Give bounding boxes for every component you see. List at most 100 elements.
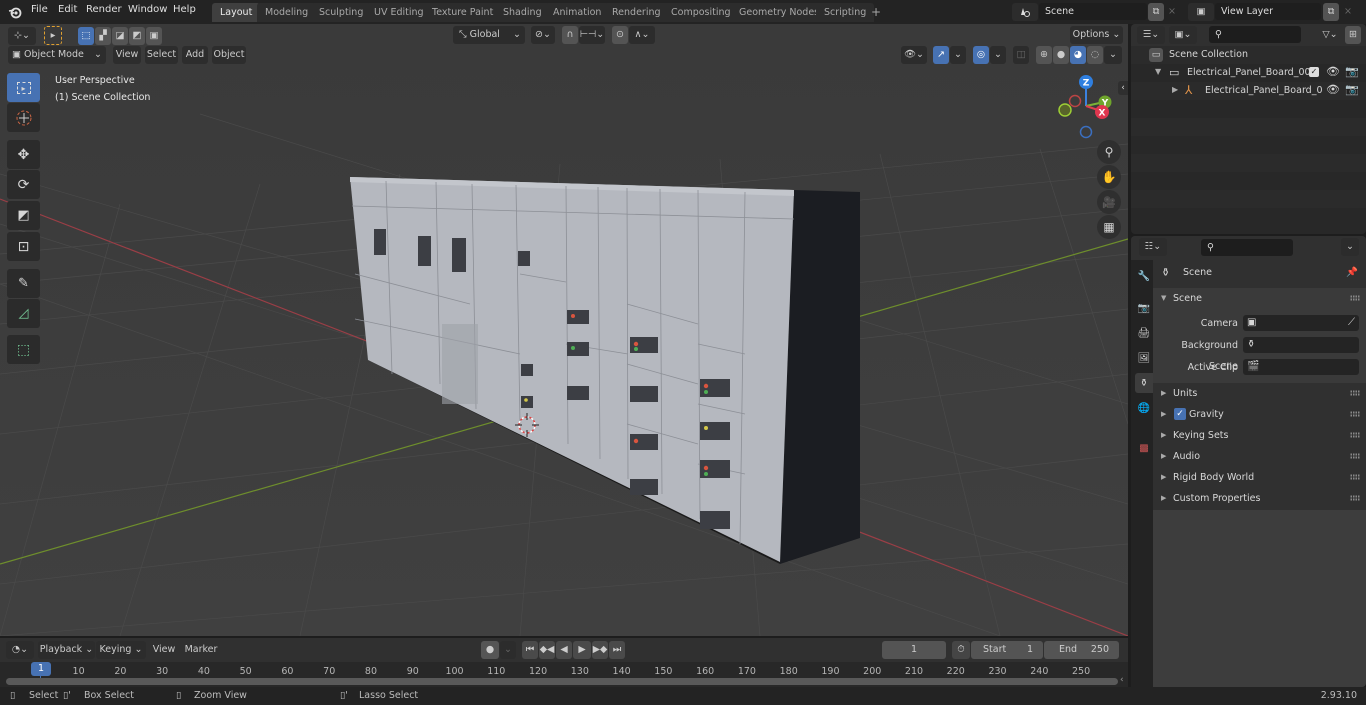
tab-animation[interactable]: Animation xyxy=(545,3,610,22)
drag-handle-icon[interactable] xyxy=(1350,411,1360,417)
delete-scene-button[interactable]: × xyxy=(1165,3,1179,21)
3d-viewport[interactable]: ⊹⌄ ▸ ⬚ ▞ ◪ ◩ ▣ ⤡ Global ⌄ ⊘⌄ ∩ ⊢⊣⌄ ⊙ ∧⌄ O… xyxy=(0,24,1128,636)
eye-icon[interactable]: 👁 xyxy=(1326,65,1340,78)
tool-add-cube[interactable]: ⬚ xyxy=(7,335,40,364)
tool-select-indicator[interactable]: ▸ xyxy=(44,26,62,45)
panel-scene-header[interactable]: ▼ Scene xyxy=(1153,288,1366,309)
background-scene-field[interactable]: ⚱ xyxy=(1243,337,1359,353)
outliner-row-object[interactable]: ▶ ⅄ Electrical_Panel_Board_0 👁 📷 xyxy=(1131,82,1366,100)
menu-view[interactable]: View xyxy=(149,641,179,659)
panel-audio[interactable]: ▶ Audio xyxy=(1153,446,1366,467)
tool-move[interactable]: ✥ xyxy=(7,140,40,169)
tab-uv-editing[interactable]: UV Editing xyxy=(366,3,432,22)
menu-help[interactable]: Help xyxy=(173,4,196,15)
snap-toggle[interactable]: ∩ xyxy=(562,26,578,44)
play-reverse-button[interactable]: ◀ xyxy=(556,641,572,659)
tool-cursor[interactable] xyxy=(7,103,40,132)
select-mode-new-button[interactable]: ⬚ xyxy=(78,27,94,45)
tab-compositing[interactable]: Compositing xyxy=(663,3,739,22)
select-mode-difference-button[interactable]: ◩ xyxy=(129,27,145,45)
render-camera-icon[interactable]: 📷 xyxy=(1345,65,1359,78)
tool-measure[interactable]: ◿ xyxy=(7,299,40,328)
pivot-point-dropdown[interactable]: ⊘⌄ xyxy=(531,26,555,44)
exclude-checkbox[interactable]: ✓ xyxy=(1309,67,1319,77)
gizmo-toggle[interactable]: ↗ xyxy=(933,46,949,64)
jump-start-button[interactable]: ⏮ xyxy=(522,641,538,659)
play-button[interactable]: ▶ xyxy=(573,641,591,659)
options-dropdown[interactable]: Options ⌄ xyxy=(1070,26,1123,44)
drag-handle-icon[interactable] xyxy=(1350,474,1360,480)
shading-rendered-button[interactable]: ◌ xyxy=(1087,46,1103,64)
eye-icon[interactable]: 👁 xyxy=(1326,83,1340,96)
keying-dropdown[interactable]: Keying ⌄ xyxy=(96,641,146,659)
proportional-edit-toggle[interactable]: ⊙ xyxy=(612,26,628,44)
properties-options-dropdown[interactable]: ⌄ xyxy=(1341,238,1359,256)
prev-keyframe-button[interactable]: ◆◀ xyxy=(539,641,555,659)
tab-shading[interactable]: Shading xyxy=(495,3,550,22)
gizmo-neg-z[interactable] xyxy=(1079,125,1093,139)
overlays-toggle[interactable]: ◎ xyxy=(973,46,989,64)
tool-rotate[interactable]: ⟳ xyxy=(7,170,40,199)
tab-output[interactable]: 🖨 xyxy=(1135,323,1153,343)
auto-keying-toggle[interactable]: ● xyxy=(481,641,499,659)
current-frame-field[interactable]: 1 xyxy=(882,641,946,659)
panel-custom-properties[interactable]: ▶ Custom Properties xyxy=(1153,488,1366,509)
disclosure-closed-icon[interactable]: ▶ xyxy=(1172,85,1178,94)
tab-layout[interactable]: Layout xyxy=(212,3,261,22)
tab-view-layer[interactable]: 🖼 xyxy=(1135,348,1153,368)
disclosure-open-icon[interactable]: ▼ xyxy=(1155,67,1161,76)
drag-handle-icon[interactable] xyxy=(1350,390,1360,396)
tool-annotate[interactable]: ✎ xyxy=(7,269,40,298)
menu-object[interactable]: Object xyxy=(212,46,246,64)
menu-add[interactable]: Add xyxy=(182,46,208,64)
overlays-dropdown[interactable]: ⌄ xyxy=(990,46,1006,64)
tab-world[interactable]: 🌐 xyxy=(1135,398,1153,418)
sidebar-toggle[interactable]: ‹ xyxy=(1118,81,1128,95)
menu-view[interactable]: View xyxy=(113,46,141,64)
zoom-view-button[interactable]: ⚲ xyxy=(1097,140,1121,164)
outliner-row-collection[interactable]: ▼ ▭ Electrical_Panel_Board_002 ✓ 👁 📷 xyxy=(1131,64,1366,82)
filter-dropdown[interactable]: ▽⌄ xyxy=(1317,26,1343,44)
shading-wireframe-button[interactable]: ⊕ xyxy=(1036,46,1052,64)
panel-rigid-body-world[interactable]: ▶ Rigid Body World xyxy=(1153,467,1366,488)
outliner-editor-type-button[interactable]: ☰⌄ xyxy=(1137,26,1165,44)
shading-solid-button[interactable]: ● xyxy=(1053,46,1069,64)
tool-select-box[interactable]: ▸ xyxy=(7,73,40,102)
shading-dropdown[interactable]: ⌄ xyxy=(1104,46,1122,64)
menu-edit[interactable]: Edit xyxy=(58,4,77,15)
select-mode-extend-button[interactable]: ▞ xyxy=(95,27,111,45)
panel-units[interactable]: ▶ Units xyxy=(1153,383,1366,404)
outliner-search-input[interactable]: ⚲ xyxy=(1209,26,1301,43)
new-scene-button[interactable]: ⧉ xyxy=(1148,3,1164,21)
tab-geometry-nodes[interactable]: Geometry Nodes xyxy=(731,3,828,22)
gravity-checkbox[interactable]: ✓ xyxy=(1174,408,1186,420)
navigation-gizmo[interactable]: Z Y X xyxy=(1055,72,1117,140)
add-workspace-button[interactable]: + xyxy=(867,3,885,22)
panel-gravity[interactable]: ▶ ✓ Gravity xyxy=(1153,404,1366,425)
playhead[interactable]: 1 xyxy=(31,662,51,676)
camera-field[interactable]: ▣ ⟋ xyxy=(1243,315,1359,331)
drag-handle-icon[interactable] xyxy=(1350,432,1360,438)
next-keyframe-button[interactable]: ▶◆ xyxy=(592,641,608,659)
menu-marker[interactable]: Marker xyxy=(182,641,220,659)
timeline-scrollbar[interactable] xyxy=(6,678,1118,685)
gizmo-neg-x[interactable] xyxy=(1068,94,1082,108)
tab-scene[interactable]: ⚱ xyxy=(1135,373,1153,393)
end-frame-field[interactable]: End 250 xyxy=(1044,641,1119,659)
new-collection-button[interactable]: ⊞ xyxy=(1345,26,1361,44)
tab-scripting[interactable]: Scripting xyxy=(816,3,875,22)
start-frame-field[interactable]: Start 1 xyxy=(971,641,1043,659)
tab-modeling[interactable]: Modeling xyxy=(257,3,317,22)
scene-selector-button[interactable] xyxy=(1012,3,1038,21)
menu-window[interactable]: Window xyxy=(128,4,167,15)
jump-end-button[interactable]: ⏭ xyxy=(609,641,625,659)
tab-render[interactable]: 📷 xyxy=(1135,298,1153,318)
menu-render[interactable]: Render xyxy=(86,4,122,15)
proportional-falloff-dropdown[interactable]: ∧⌄ xyxy=(629,26,655,44)
menu-select[interactable]: Select xyxy=(145,46,178,64)
outliner-row-scene-collection[interactable]: ▭ Scene Collection xyxy=(1131,46,1366,64)
tab-texture-paint[interactable]: Texture Paint xyxy=(424,3,502,22)
menu-file[interactable]: File xyxy=(31,4,48,15)
properties-editor-type-button[interactable]: ☷⌄ xyxy=(1139,238,1167,256)
tab-sculpting[interactable]: Sculpting xyxy=(311,3,372,22)
